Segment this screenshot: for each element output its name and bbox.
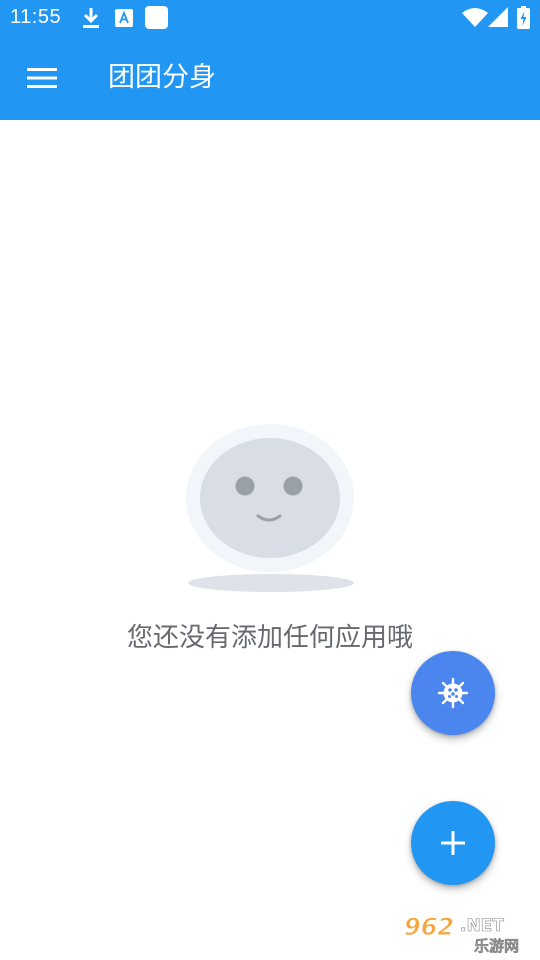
svg-text:.NET: .NET [460, 916, 504, 936]
wifi-icon [462, 8, 488, 27]
app-bar: 团团分身 [0, 36, 540, 120]
virus-fab-button[interactable] [411, 651, 495, 735]
battery-charging-icon [517, 6, 530, 29]
status-time: 11:55 [10, 6, 62, 28]
download-icon [83, 8, 99, 28]
svg-text:乐游网: 乐游网 [474, 937, 519, 955]
plus-icon [441, 831, 465, 855]
app-title: 团团分身 [108, 62, 216, 93]
add-app-fab-button[interactable] [411, 801, 495, 885]
hamburger-menu-icon [27, 68, 57, 88]
smiling-face-icon [186, 424, 354, 592]
accessibility-font-icon [115, 9, 133, 27]
signal-icon [488, 7, 508, 27]
status-bar: 11:55 [0, 0, 540, 36]
square-notification-icon [145, 6, 168, 29]
virus-icon [437, 677, 469, 709]
svg-text:962: 962 [404, 913, 454, 941]
menu-button[interactable] [14, 50, 70, 106]
watermark-logo: 962 .NET 乐游网 [404, 913, 520, 956]
